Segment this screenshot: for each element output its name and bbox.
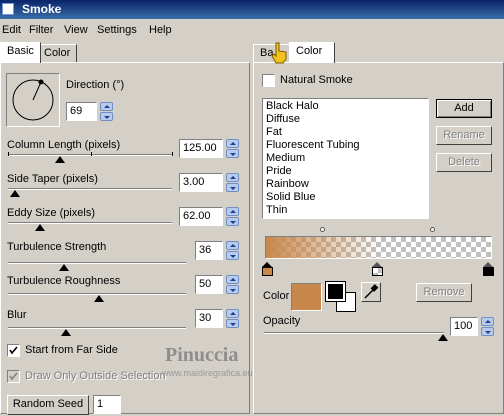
side-taper-label: Side Taper (pixels) bbox=[7, 173, 98, 185]
turbulence-roughness-input[interactable]: 50 bbox=[195, 275, 223, 294]
eddy-size-thumb[interactable] bbox=[35, 224, 45, 231]
checkmark-icon bbox=[9, 346, 18, 355]
eyedropper-button[interactable] bbox=[361, 282, 381, 302]
eddy-size-spinner[interactable] bbox=[226, 207, 239, 226]
draw-outside-checkbox[interactable] bbox=[7, 370, 20, 383]
preset-item[interactable]: Fat bbox=[263, 126, 428, 139]
menu-filter[interactable]: Filter bbox=[29, 24, 53, 36]
eddy-size-label: Eddy Size (pixels) bbox=[7, 207, 96, 219]
turbulence-strength-label: Turbulence Strength bbox=[7, 241, 107, 253]
title-bar: Smoke bbox=[0, 0, 504, 19]
blur-input[interactable]: 30 bbox=[195, 309, 223, 328]
turbulence-roughness-thumb[interactable] bbox=[94, 295, 104, 302]
hand-pointer-icon bbox=[271, 42, 287, 64]
eyedropper-icon bbox=[364, 284, 379, 299]
preset-item[interactable]: Diffuse bbox=[263, 113, 428, 126]
turbulence-strength-thumb[interactable] bbox=[59, 264, 69, 271]
midpoint-marker[interactable] bbox=[430, 227, 435, 232]
opacity-input[interactable]: 100 bbox=[450, 317, 478, 336]
primary-color-swatch[interactable] bbox=[325, 281, 346, 302]
direction-input[interactable]: 69 bbox=[66, 102, 97, 121]
opacity-thumb[interactable] bbox=[438, 334, 448, 341]
opacity-label: Opacity bbox=[263, 315, 301, 327]
preset-list: Black Halo Diffuse Fat Fluorescent Tubin… bbox=[262, 98, 429, 219]
column-length-spinner[interactable] bbox=[226, 139, 239, 158]
app-icon bbox=[2, 3, 14, 15]
column-length-thumb[interactable] bbox=[55, 156, 65, 163]
preset-item[interactable]: Medium bbox=[263, 152, 428, 165]
watermark-name: Pinuccia bbox=[165, 344, 239, 366]
menu-edit[interactable]: Edit bbox=[2, 24, 21, 36]
preset-item[interactable]: Solid Blue bbox=[263, 191, 428, 204]
blur-spinner[interactable] bbox=[226, 309, 239, 328]
direction-dial[interactable] bbox=[7, 74, 59, 126]
opacity-slider[interactable] bbox=[264, 332, 444, 334]
side-taper-thumb[interactable] bbox=[10, 190, 20, 197]
menu-settings[interactable]: Settings bbox=[97, 24, 137, 36]
window-title: Smoke bbox=[22, 2, 62, 16]
turbulence-strength-spinner[interactable] bbox=[226, 241, 239, 260]
side-taper-input[interactable]: 3.00 bbox=[179, 173, 223, 192]
menu-bar: Edit Filter View Settings Help bbox=[0, 20, 504, 40]
direction-label: Direction (°) bbox=[66, 79, 125, 91]
column-length-label: Column Length (pixels) bbox=[7, 139, 121, 151]
preset-item[interactable]: Rainbow bbox=[263, 178, 428, 191]
turbulence-strength-input[interactable]: 36 bbox=[195, 241, 223, 260]
column-length-slider[interactable] bbox=[8, 154, 172, 156]
right-tab-color[interactable]: Color bbox=[289, 42, 335, 63]
turbulence-roughness-spinner[interactable] bbox=[226, 275, 239, 294]
turbulence-strength-slider[interactable] bbox=[8, 262, 186, 264]
direction-spinner[interactable] bbox=[100, 102, 113, 121]
rename-button[interactable]: Rename bbox=[436, 126, 492, 145]
draw-outside-label: Draw Only Outside Selection bbox=[25, 370, 166, 382]
preset-item[interactable]: Black Halo bbox=[263, 100, 428, 113]
preset-item[interactable]: Pride bbox=[263, 165, 428, 178]
random-seed-input[interactable]: 1 bbox=[93, 395, 121, 414]
eddy-size-slider[interactable] bbox=[8, 222, 172, 224]
direction-dial-frame[interactable] bbox=[6, 73, 60, 127]
watermark-url: www.maidiregrafica.eu bbox=[162, 368, 253, 378]
gradient-bar[interactable] bbox=[265, 236, 492, 259]
side-taper-spinner[interactable] bbox=[226, 173, 239, 192]
color-label: Color bbox=[263, 290, 290, 302]
natural-smoke-label: Natural Smoke bbox=[280, 74, 353, 86]
menu-help[interactable]: Help bbox=[149, 24, 172, 36]
column-length-input[interactable]: 125.00 bbox=[179, 139, 223, 158]
preset-item[interactable]: Thin bbox=[263, 204, 428, 217]
opacity-spinner[interactable] bbox=[481, 317, 494, 336]
color-swatch[interactable] bbox=[291, 283, 322, 311]
gradient-stop-end[interactable] bbox=[483, 262, 494, 276]
remove-button[interactable]: Remove bbox=[416, 283, 472, 302]
checkmark-icon bbox=[9, 372, 18, 381]
eddy-size-input[interactable]: 62.00 bbox=[179, 207, 223, 226]
tab-color[interactable]: Color bbox=[37, 44, 78, 63]
turbulence-roughness-label: Turbulence Roughness bbox=[7, 275, 121, 287]
preset-item[interactable]: Fluorescent Tubing bbox=[263, 139, 428, 152]
menu-view[interactable]: View bbox=[64, 24, 88, 36]
blur-slider[interactable] bbox=[8, 327, 186, 329]
side-taper-slider[interactable] bbox=[8, 188, 172, 190]
random-seed-button[interactable]: Random Seed bbox=[7, 395, 89, 415]
gradient-stop-color[interactable] bbox=[262, 262, 273, 276]
tab-basic[interactable]: Basic bbox=[0, 42, 41, 63]
gradient-stop-transparent[interactable] bbox=[372, 262, 383, 276]
blur-thumb[interactable] bbox=[61, 329, 71, 336]
start-far-side-checkbox[interactable] bbox=[7, 344, 20, 357]
start-far-side-label: Start from Far Side bbox=[25, 344, 118, 356]
midpoint-marker[interactable] bbox=[320, 227, 325, 232]
add-button[interactable]: Add bbox=[436, 99, 492, 118]
natural-smoke-checkbox[interactable] bbox=[262, 74, 275, 87]
delete-button[interactable]: Delete bbox=[436, 153, 492, 172]
blur-label: Blur bbox=[7, 309, 27, 321]
